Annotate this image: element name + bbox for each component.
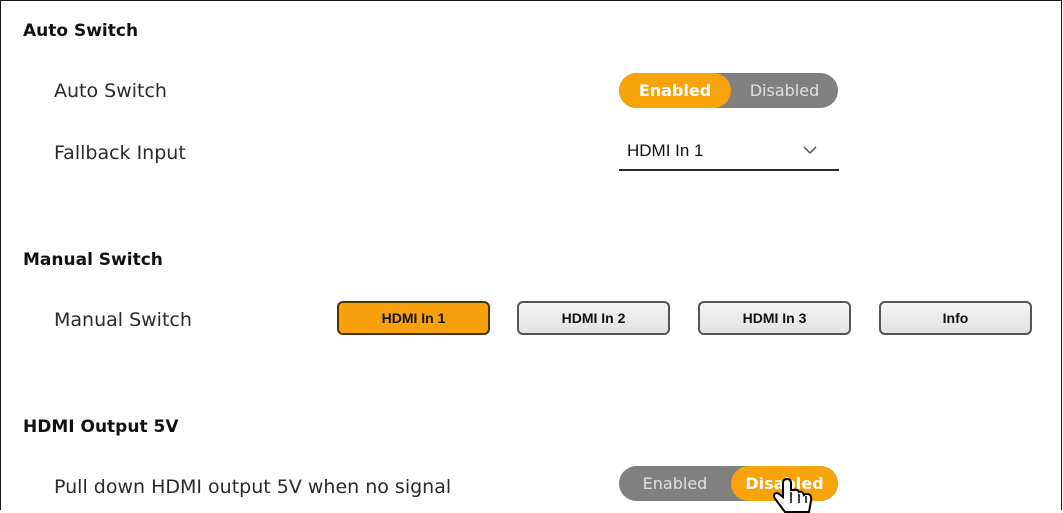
pull-down-5v-label: Pull down HDMI output 5V when no signal [54,476,452,498]
hdmi-in-2-button[interactable]: HDMI In 2 [517,301,670,335]
auto-switch-disabled-option[interactable]: Disabled [731,73,838,108]
manual-switch-label: Manual Switch [54,309,192,331]
auto-switch-label: Auto Switch [54,80,167,102]
hdmi-in-1-button[interactable]: HDMI In 1 [337,301,490,335]
fallback-input-select[interactable]: HDMI In 1 [619,133,839,171]
hand-pointer-icon [772,477,813,513]
fallback-input-label: Fallback Input [54,142,186,164]
hdmi-in-3-button[interactable]: HDMI In 3 [698,301,851,335]
fallback-input-value: HDMI In 1 [627,141,704,160]
section-title-manual-switch: Manual Switch [23,250,163,270]
section-title-auto-switch: Auto Switch [23,21,139,41]
settings-panel: Auto Switch Auto Switch Enabled Disabled… [0,0,1062,513]
pull-down-5v-enabled-option[interactable]: Enabled [619,466,731,501]
auto-switch-toggle[interactable]: Enabled Disabled [619,73,838,108]
section-title-hdmi-output-5v: HDMI Output 5V [23,417,179,437]
info-button[interactable]: Info [879,301,1032,335]
chevron-down-icon [803,146,817,155]
auto-switch-enabled-option[interactable]: Enabled [619,73,731,108]
